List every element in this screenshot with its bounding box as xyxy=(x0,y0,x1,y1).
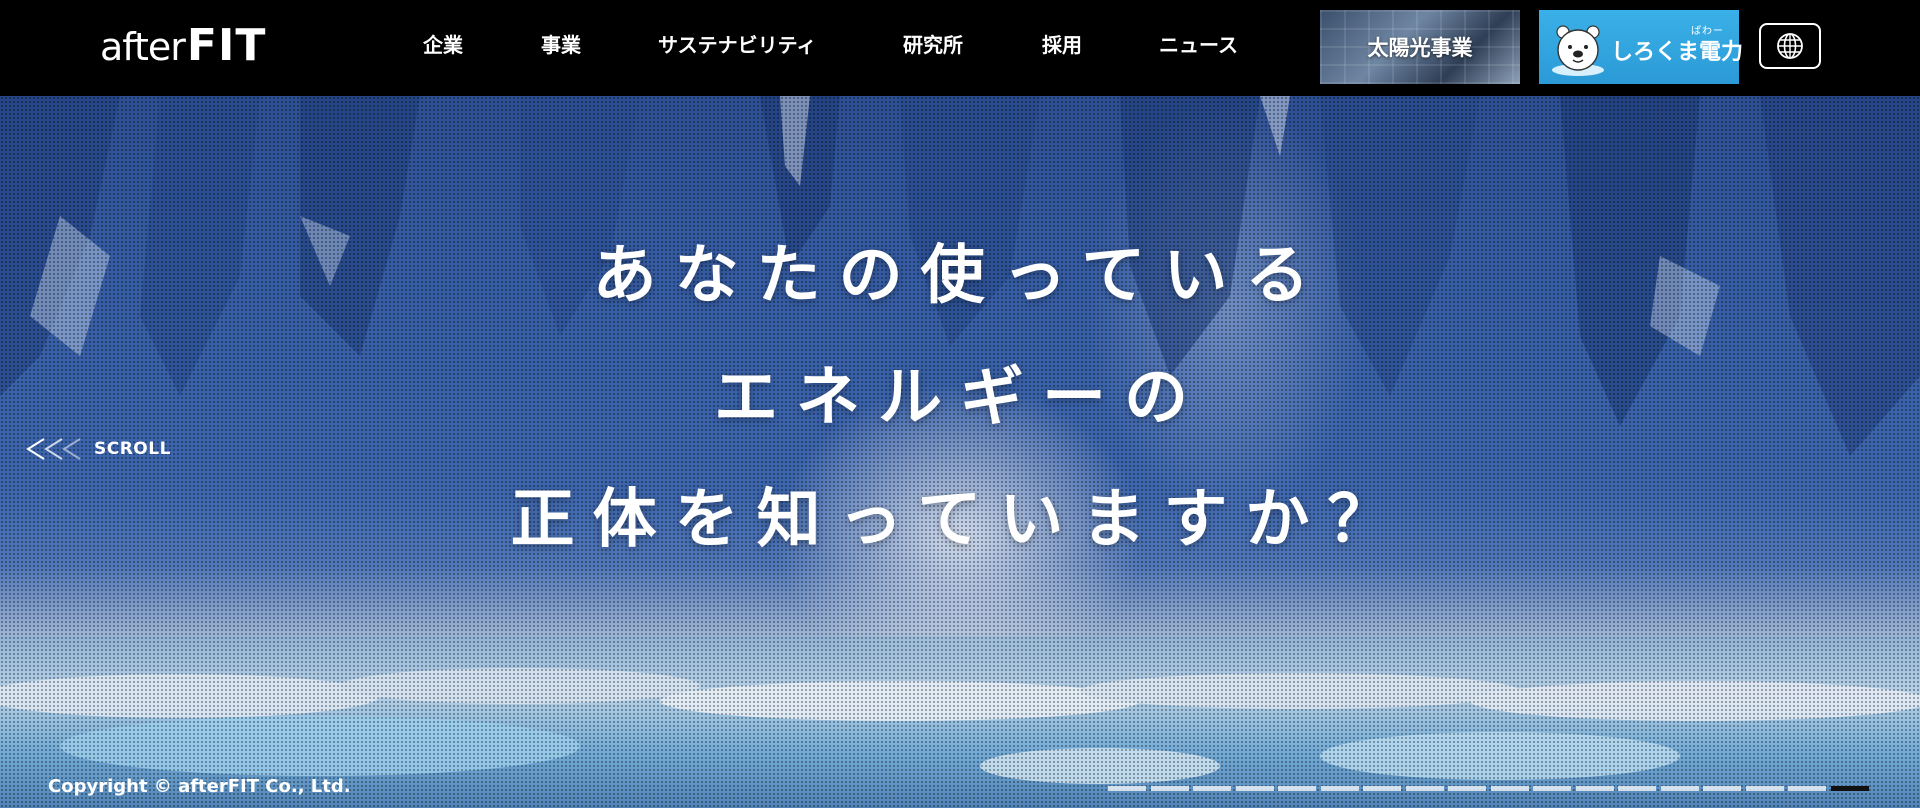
nav-item-news[interactable]: ニュース xyxy=(1159,30,1238,60)
headline-line-3: 正体を知っていますか？ xyxy=(510,483,1410,557)
slide-dot[interactable] xyxy=(1108,786,1146,791)
slide-dot[interactable] xyxy=(1448,786,1486,791)
triple-chevron-left-icon xyxy=(26,438,81,460)
nav-item-sustainability[interactable]: サステナビリティ xyxy=(658,30,816,60)
nav-item-business[interactable]: 事業 xyxy=(541,30,581,60)
slide-dot[interactable] xyxy=(1575,786,1614,791)
scroll-label: SCROLL xyxy=(94,439,171,459)
globe-icon xyxy=(1777,33,1803,59)
polar-bear-icon xyxy=(1552,25,1604,76)
solar-business-label: 太陽光事業 xyxy=(1367,36,1473,60)
slide-dot[interactable] xyxy=(1235,786,1274,791)
headline-line-2: エネルギーの xyxy=(714,361,1206,435)
slide-dot[interactable] xyxy=(1788,786,1826,791)
nav-item-recruit[interactable]: 採用 xyxy=(1042,30,1082,60)
shirokuma-power-banner[interactable]: ぱわー しろくま電力 xyxy=(1539,10,1743,84)
logo-text-after: after xyxy=(100,25,186,69)
slide-dot[interactable] xyxy=(1533,786,1571,791)
slide-dot[interactable] xyxy=(1660,786,1699,791)
slide-dot[interactable] xyxy=(1363,786,1401,791)
solar-business-banner[interactable]: 太陽光事業 xyxy=(1320,10,1520,84)
slide-dot[interactable] xyxy=(1618,786,1656,791)
headline-line-1: あなたの使っている xyxy=(592,239,1328,313)
site-header: after FIT 企業 事業 サステナビリティ 研究所 採用 ニュース 太陽光… xyxy=(0,0,1920,96)
hero-section: あなたの使っている エネルギーの 正体を知っていますか？ SCROLL Copy… xyxy=(0,96,1920,808)
slide-dot[interactable] xyxy=(1703,786,1741,791)
glacier-background-image xyxy=(0,96,1920,808)
copyright-text: Copyright © afterFIT Co., Ltd. xyxy=(48,776,351,797)
scroll-indicator[interactable]: SCROLL xyxy=(24,436,171,462)
slide-dot[interactable] xyxy=(1490,786,1529,791)
afterfit-logo[interactable]: after FIT xyxy=(100,20,267,71)
nav-item-laboratory[interactable]: 研究所 xyxy=(903,30,963,60)
slide-dot[interactable] xyxy=(1405,786,1444,791)
slide-dot[interactable] xyxy=(1278,786,1316,791)
slide-dot[interactable] xyxy=(1745,786,1784,791)
slide-dot[interactable] xyxy=(1320,786,1359,791)
language-button[interactable] xyxy=(1759,23,1821,69)
slide-dot[interactable] xyxy=(1830,786,1869,791)
logo-text-fit: FIT xyxy=(186,20,267,71)
nav-item-company[interactable]: 企業 xyxy=(423,30,463,60)
slide-dot[interactable] xyxy=(1150,786,1189,791)
slide-dot[interactable] xyxy=(1193,786,1231,791)
shirokuma-power-label: しろくま電力 xyxy=(1611,40,1744,65)
